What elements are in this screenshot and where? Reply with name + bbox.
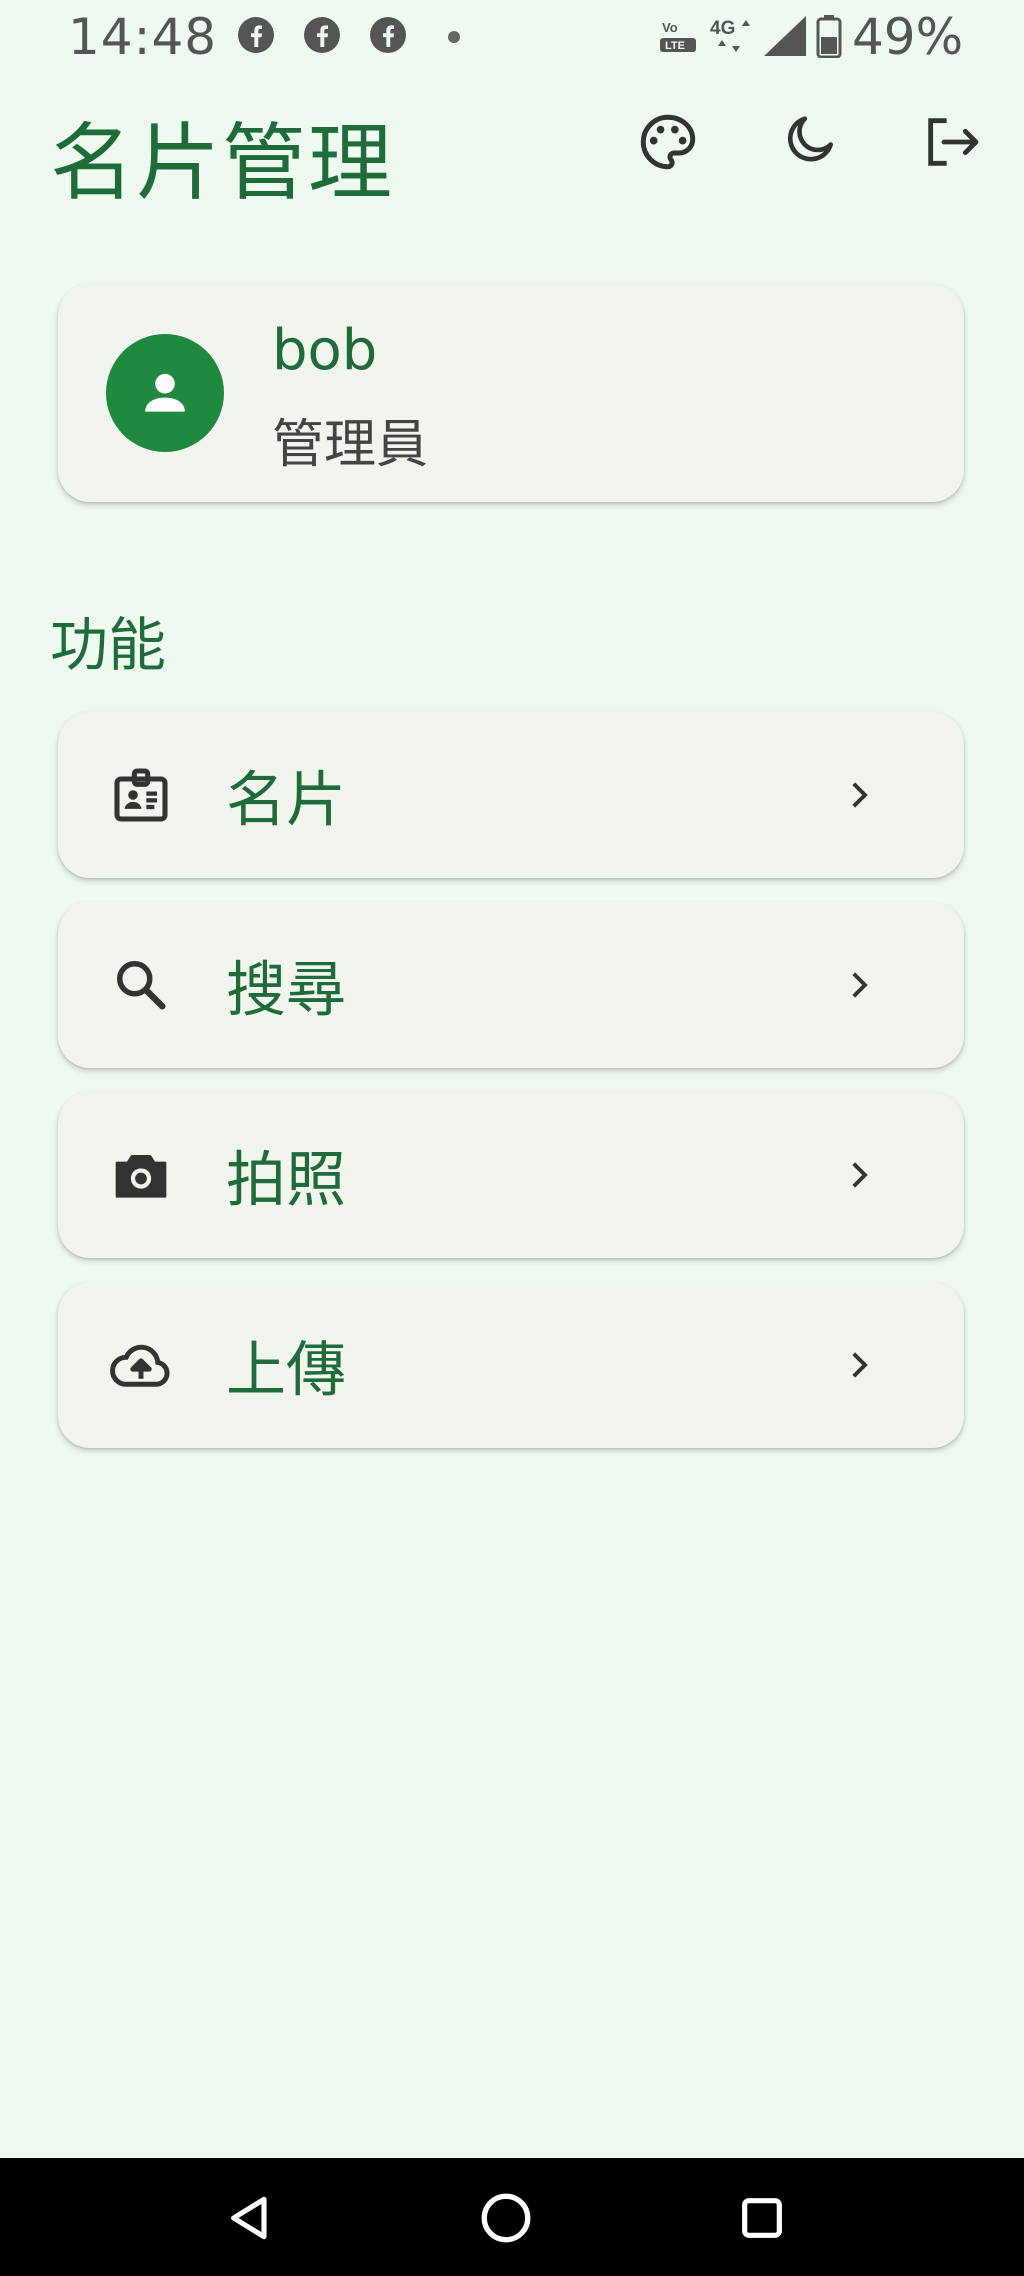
menu-item-label: 名片 bbox=[226, 765, 346, 836]
battery-percent: 49% bbox=[852, 8, 964, 66]
menu-item-upload[interactable]: 上傳 bbox=[58, 1282, 964, 1448]
logout-icon bbox=[928, 118, 979, 166]
svg-text:4G: 4G bbox=[710, 18, 735, 39]
palette-icon bbox=[640, 114, 696, 170]
system-nav-bar bbox=[0, 2158, 1024, 2276]
person-icon bbox=[145, 373, 185, 412]
cloud-upload-icon bbox=[108, 1332, 174, 1398]
user-card: bob 管理員 bbox=[58, 284, 964, 502]
4g-icon: 4G bbox=[710, 18, 750, 52]
signal-icon bbox=[764, 16, 806, 56]
menu-item-label: 上傳 bbox=[226, 1335, 346, 1406]
user-role: 管理員 bbox=[272, 415, 429, 475]
dark-mode-button[interactable] bbox=[774, 106, 846, 178]
home-button[interactable] bbox=[466, 2178, 546, 2258]
user-name: bob bbox=[272, 318, 378, 383]
facebook-icon bbox=[238, 17, 274, 53]
svg-text:Vo: Vo bbox=[662, 20, 678, 35]
theme-palette-button[interactable] bbox=[632, 106, 704, 178]
menu-item-label: 拍照 bbox=[226, 1145, 346, 1216]
facebook-icon bbox=[304, 17, 340, 53]
chevron-right-icon bbox=[834, 1150, 884, 1200]
logout-button[interactable] bbox=[916, 106, 988, 178]
status-bar: 14:48 Vo LTE 4G 49% bbox=[0, 0, 1024, 76]
battery-icon bbox=[816, 15, 842, 58]
volte-icon: Vo LTE bbox=[660, 20, 696, 52]
back-button[interactable] bbox=[210, 2178, 290, 2258]
chevron-right-icon bbox=[834, 960, 884, 1010]
facebook-icon bbox=[370, 17, 406, 53]
camera-icon bbox=[108, 1142, 174, 1208]
section-label: 功能 bbox=[50, 611, 167, 679]
chevron-right-icon bbox=[834, 1340, 884, 1390]
page-title: 名片管理 bbox=[50, 114, 395, 212]
back-icon bbox=[231, 2196, 267, 2240]
recents-icon bbox=[742, 2198, 782, 2238]
recents-button[interactable] bbox=[722, 2178, 802, 2258]
notification-dot bbox=[448, 31, 460, 43]
dark-mode-icon bbox=[787, 116, 833, 162]
svg-text:LTE: LTE bbox=[665, 40, 685, 52]
menu-item-cards[interactable]: 名片 bbox=[58, 712, 964, 878]
status-time: 14:48 bbox=[68, 8, 218, 66]
chevron-right-icon bbox=[834, 770, 884, 820]
menu-item-label: 搜尋 bbox=[226, 955, 346, 1026]
avatar bbox=[106, 334, 224, 452]
badge-icon bbox=[108, 762, 174, 828]
home-icon bbox=[481, 2193, 531, 2243]
menu-item-search[interactable]: 搜尋 bbox=[58, 902, 964, 1068]
search-icon bbox=[108, 952, 174, 1018]
menu-item-camera[interactable]: 拍照 bbox=[58, 1092, 964, 1258]
